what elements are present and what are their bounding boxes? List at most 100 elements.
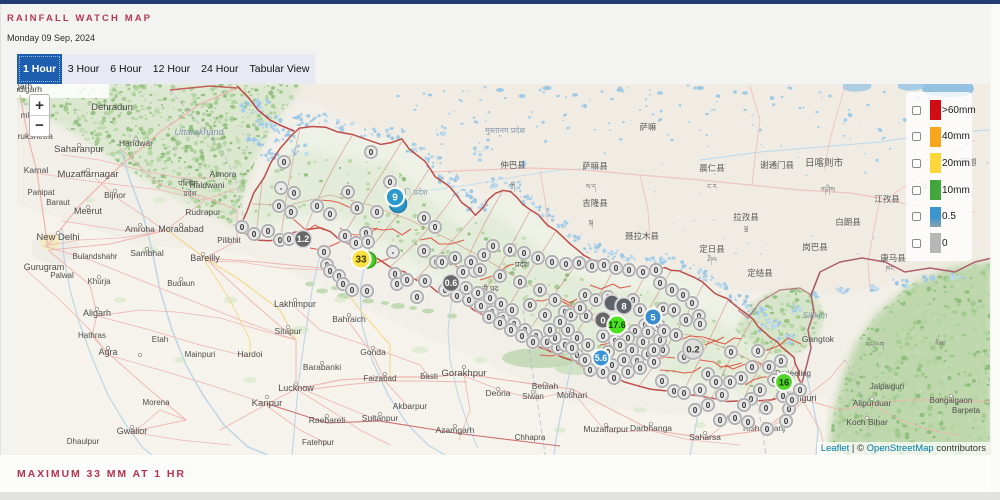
svg-text:0: 0 bbox=[440, 258, 445, 267]
svg-text:0: 0 bbox=[543, 311, 548, 320]
svg-text:0: 0 bbox=[682, 389, 687, 398]
svg-text:0: 0 bbox=[660, 377, 665, 386]
svg-text:Morena: Morena bbox=[142, 398, 170, 407]
svg-text:0: 0 bbox=[638, 364, 643, 373]
svg-text:0: 0 bbox=[720, 391, 725, 400]
svg-text:0: 0 bbox=[594, 296, 599, 305]
svg-text:萨嘛县: 萨嘛县 bbox=[582, 161, 608, 171]
svg-text:0: 0 bbox=[467, 296, 472, 305]
svg-text:पश्चिम: पश्चिम bbox=[178, 178, 198, 188]
svg-text:Rudrapur: Rudrapur bbox=[185, 207, 221, 217]
svg-text:Barpeta: Barpeta bbox=[952, 406, 981, 415]
svg-text:0: 0 bbox=[652, 346, 657, 355]
svg-text:0: 0 bbox=[322, 248, 327, 257]
svg-text:0: 0 bbox=[422, 214, 427, 223]
svg-text:0: 0 bbox=[478, 266, 483, 275]
svg-text:Dhaulpur: Dhaulpur bbox=[67, 437, 100, 446]
svg-text:Akbarpur: Akbarpur bbox=[393, 401, 428, 411]
svg-text:5.6: 5.6 bbox=[595, 353, 608, 363]
svg-text:0: 0 bbox=[346, 188, 351, 197]
svg-text:聂拉木县: 聂拉木县 bbox=[625, 231, 660, 241]
svg-text:0: 0 bbox=[422, 247, 427, 256]
svg-text:Almora: Almora bbox=[210, 169, 237, 179]
svg-text:Hardoi: Hardoi bbox=[237, 349, 262, 359]
svg-text:0: 0 bbox=[672, 306, 677, 315]
svg-text:0: 0 bbox=[681, 291, 686, 300]
svg-text:0: 0 bbox=[672, 387, 677, 396]
svg-text:16: 16 bbox=[779, 377, 790, 388]
svg-text:Jalpaiguri: Jalpaiguri bbox=[870, 382, 904, 391]
svg-text:0: 0 bbox=[652, 358, 657, 367]
svg-text:0: 0 bbox=[289, 208, 294, 217]
svg-text:0: 0 bbox=[600, 315, 605, 326]
svg-text:0: 0 bbox=[583, 291, 588, 300]
svg-text:0: 0 bbox=[558, 318, 563, 327]
svg-text:Dehradun: Dehradun bbox=[91, 102, 133, 113]
svg-text:ང་ར: ང་ར bbox=[707, 184, 718, 191]
svg-text:0: 0 bbox=[375, 208, 380, 217]
svg-text:प्रदेश: प्रदेश bbox=[183, 189, 197, 198]
svg-text:0: 0 bbox=[536, 254, 541, 263]
svg-text:0: 0 bbox=[538, 286, 543, 295]
svg-text:0: 0 bbox=[564, 260, 569, 269]
svg-text:Panipat: Panipat bbox=[27, 188, 55, 197]
svg-text:0: 0 bbox=[550, 258, 555, 267]
svg-text:0: 0 bbox=[405, 276, 410, 285]
svg-text:仲巴县: 仲巴县 bbox=[500, 160, 526, 170]
svg-text:ि प्रदेश: ि प्रदेश bbox=[404, 187, 428, 197]
svg-text:0: 0 bbox=[499, 300, 504, 309]
svg-text:-: - bbox=[392, 248, 395, 257]
svg-text:0: 0 bbox=[588, 366, 593, 375]
svg-text:0: 0 bbox=[630, 346, 635, 355]
svg-text:0: 0 bbox=[252, 230, 257, 239]
svg-text:0: 0 bbox=[602, 261, 607, 270]
svg-text:0: 0 bbox=[641, 338, 646, 347]
svg-text:33: 33 bbox=[355, 255, 367, 266]
svg-text:0: 0 bbox=[728, 378, 733, 387]
svg-text:0: 0 bbox=[369, 148, 374, 157]
svg-text:0: 0 bbox=[612, 374, 617, 383]
svg-text:0: 0 bbox=[601, 368, 606, 377]
svg-text:0: 0 bbox=[662, 327, 667, 336]
svg-text:吉隆县: 吉隆县 bbox=[582, 198, 608, 208]
svg-text:0: 0 bbox=[415, 293, 420, 302]
svg-text:0: 0 bbox=[714, 378, 719, 387]
svg-text:0: 0 bbox=[779, 357, 784, 366]
svg-text:0.2: 0.2 bbox=[686, 344, 699, 355]
svg-text:0: 0 bbox=[553, 296, 558, 305]
svg-text:康马县: 康马县 bbox=[880, 253, 906, 263]
svg-text:0: 0 bbox=[698, 386, 703, 395]
svg-text:मुस्तानग प्रदेश: मुस्तानग प्रदेश bbox=[485, 125, 525, 136]
svg-text:0: 0 bbox=[610, 361, 615, 370]
svg-text:0: 0 bbox=[767, 363, 772, 372]
svg-text:0: 0 bbox=[570, 344, 575, 353]
svg-text:岗巴县: 岗巴县 bbox=[802, 242, 828, 252]
svg-text:Palwal: Palwal bbox=[50, 271, 74, 280]
svg-text:Faizabad: Faizabad bbox=[364, 374, 397, 383]
svg-text:0: 0 bbox=[742, 401, 747, 410]
svg-text:0: 0 bbox=[577, 259, 582, 268]
svg-text:0: 0 bbox=[583, 356, 588, 365]
svg-text:0: 0 bbox=[266, 227, 271, 236]
svg-text:0: 0 bbox=[627, 266, 632, 275]
svg-text:0: 0 bbox=[646, 328, 651, 337]
svg-text:9: 9 bbox=[392, 193, 398, 204]
svg-text:Etah: Etah bbox=[152, 335, 168, 344]
svg-text:Kanpur: Kanpur bbox=[252, 398, 283, 409]
svg-text:0: 0 bbox=[469, 258, 474, 267]
svg-text:Karnal: Karnal bbox=[24, 165, 49, 175]
svg-text:0: 0 bbox=[479, 302, 484, 311]
svg-text:0: 0 bbox=[498, 319, 503, 328]
svg-text:1.2: 1.2 bbox=[297, 234, 310, 244]
svg-text:0: 0 bbox=[354, 239, 359, 248]
svg-text:0: 0 bbox=[756, 347, 761, 356]
svg-text:0: 0 bbox=[626, 368, 631, 377]
svg-text:0: 0 bbox=[522, 249, 527, 258]
svg-text:0: 0 bbox=[764, 404, 769, 413]
svg-text:8: 8 bbox=[621, 301, 626, 312]
svg-text:Uttarakhand: Uttarakhand bbox=[174, 127, 224, 137]
svg-text:Baraut: Baraut bbox=[46, 198, 70, 207]
svg-text:0: 0 bbox=[590, 262, 595, 271]
svg-text:0: 0 bbox=[739, 374, 744, 383]
svg-text:Chhapra: Chhapra bbox=[515, 433, 546, 442]
